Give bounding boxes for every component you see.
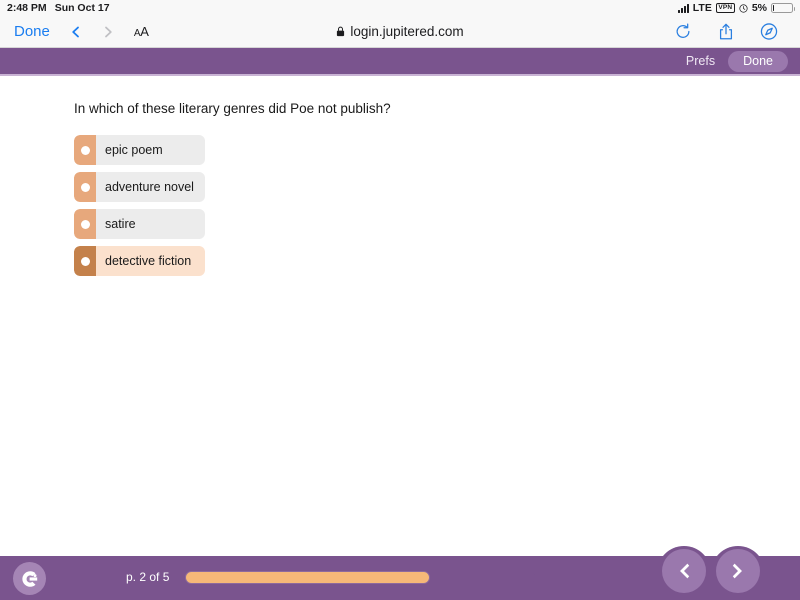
alarm-clock-icon <box>739 3 748 13</box>
question-text: In which of these literary genres did Po… <box>74 101 391 116</box>
prefs-button[interactable]: Prefs <box>677 51 724 71</box>
status-bar-left: 2:48 PM Sun Oct 17 <box>7 2 110 14</box>
radio-bullet-icon <box>80 182 90 192</box>
chevron-left-icon <box>680 563 690 579</box>
radio-bullet-icon <box>80 145 90 155</box>
reload-icon[interactable] <box>674 22 692 41</box>
logo-e-glyph <box>21 570 37 587</box>
app-done-button[interactable]: Done <box>728 50 788 72</box>
answer-choice-adventure-novel[interactable]: adventure novel <box>74 172 205 202</box>
text-size-big-a: A <box>140 23 149 39</box>
url-text: login.jupitered.com <box>350 24 464 39</box>
status-bar-right: LTE VPN 5% <box>677 2 795 14</box>
answer-choice-list: epic poem adventure novel satire detecti… <box>74 135 205 283</box>
choice-bullet-tab[interactable] <box>74 246 96 276</box>
signal-bars-icon <box>677 3 689 13</box>
safari-done-button[interactable]: Done <box>14 23 50 40</box>
safari-toolbar: Done AA login.jupitered.com <box>0 16 800 48</box>
carrier-label: LTE <box>692 2 712 14</box>
status-date: Sun Oct 17 <box>54 2 110 14</box>
choice-bullet-tab[interactable] <box>74 135 96 165</box>
choice-bullet-tab[interactable] <box>74 172 96 202</box>
answer-choice-label: adventure novel <box>96 172 205 202</box>
safari-toolbar-right <box>674 22 800 41</box>
safari-toolbar-left: Done AA <box>0 23 149 41</box>
jupiter-ed-logo-icon <box>13 562 46 595</box>
answer-choice-satire[interactable]: satire <box>74 209 205 239</box>
choice-bullet-tab[interactable] <box>74 209 96 239</box>
safari-compass-icon[interactable] <box>760 22 778 41</box>
quiz-content-area: In which of these literary genres did Po… <box>0 78 800 556</box>
progress-bar-fill <box>185 571 430 584</box>
lock-icon <box>337 26 345 37</box>
chevron-right-icon <box>104 26 112 37</box>
radio-bullet-icon <box>80 256 90 266</box>
radio-bullet-icon <box>80 219 90 229</box>
app-header-bar: Prefs Done <box>0 48 800 76</box>
answer-choice-detective-fiction[interactable]: detective fiction <box>74 246 205 276</box>
battery-icon <box>771 3 795 13</box>
answer-choice-epic-poem[interactable]: epic poem <box>74 135 205 165</box>
ios-status-bar: 2:48 PM Sun Oct 17 LTE VPN 5% <box>0 0 800 16</box>
vpn-badge: VPN <box>715 3 735 13</box>
share-icon[interactable] <box>717 22 735 41</box>
answer-choice-label: detective fiction <box>96 246 205 276</box>
chevron-left-icon[interactable] <box>70 26 82 38</box>
answer-choice-label: satire <box>96 209 205 239</box>
status-time: 2:48 PM <box>7 2 47 14</box>
battery-percent-label: 5% <box>751 2 767 14</box>
answer-choice-label: epic poem <box>96 135 205 165</box>
page-indicator: p. 2 of 5 <box>126 570 170 584</box>
progress-bar-track <box>185 571 535 584</box>
previous-page-button[interactable] <box>662 549 706 593</box>
next-page-button[interactable] <box>716 549 760 593</box>
chevron-right-icon <box>732 563 742 579</box>
text-size-button[interactable]: AA <box>134 23 149 41</box>
